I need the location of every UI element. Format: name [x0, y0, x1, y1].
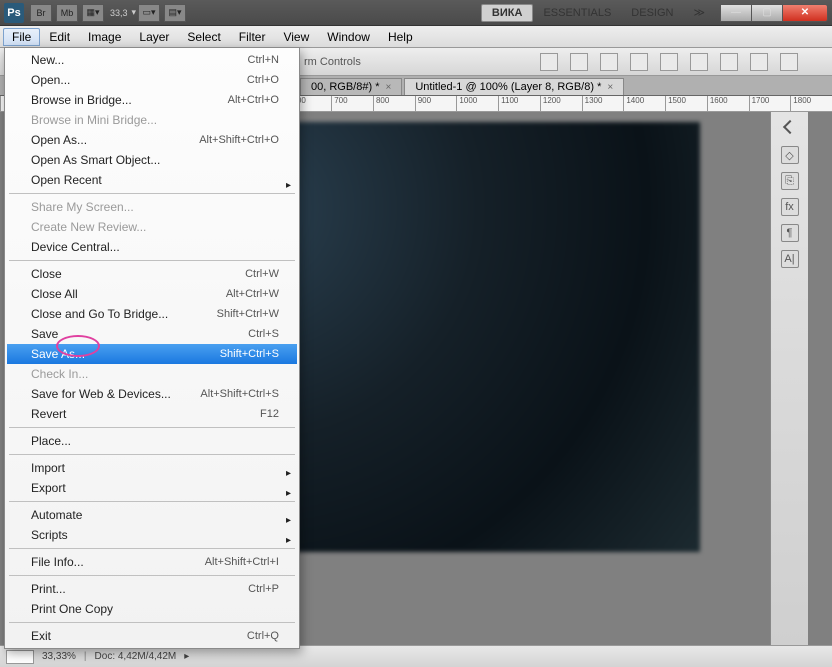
menu-filter[interactable]: Filter [230, 28, 275, 46]
menu-close[interactable]: CloseCtrl+W [7, 264, 297, 284]
close-tab-icon[interactable]: × [385, 82, 391, 93]
maximize-button[interactable]: ▢ [751, 4, 783, 22]
menu-close-all[interactable]: Close AllAlt+Ctrl+W [7, 284, 297, 304]
paragraph-panel-icon[interactable]: ¶ [781, 224, 799, 242]
app-header: Ps Br Mb ▦▾ 33,3▾ ▭▾ ▤▾ ВИКА ESSENTIALS … [0, 0, 832, 26]
align-left-icon[interactable] [540, 53, 558, 71]
status-zoom[interactable]: 33,33% [42, 651, 76, 662]
zoom-level-header[interactable]: 33,3 [110, 8, 128, 18]
menu-file[interactable]: File [3, 28, 40, 46]
menu-device-central[interactable]: Device Central... [7, 237, 297, 257]
options-label: rm Controls [304, 56, 361, 68]
close-button[interactable]: ✕ [782, 4, 828, 22]
workspace-tab-essentials[interactable]: ESSENTIALS [533, 5, 621, 21]
menu-open-smart[interactable]: Open As Smart Object... [7, 150, 297, 170]
window-controls: — ▢ ✕ [721, 4, 828, 22]
menu-close-bridge[interactable]: Close and Go To Bridge...Shift+Ctrl+W [7, 304, 297, 324]
menu-revert[interactable]: RevertF12 [7, 404, 297, 424]
menu-save[interactable]: SaveCtrl+S [7, 324, 297, 344]
file-menu-dropdown: New...Ctrl+N Open...Ctrl+O Browse in Bri… [4, 47, 300, 649]
app-logo: Ps [4, 3, 24, 23]
document-tab-1[interactable]: 00, RGB/8#) *× [300, 78, 402, 95]
menu-create-review: Create New Review... [7, 217, 297, 237]
menu-open[interactable]: Open...Ctrl+O [7, 70, 297, 90]
menu-open-recent[interactable]: Open Recent [7, 170, 297, 190]
align-top-icon[interactable] [690, 53, 708, 71]
menu-help[interactable]: Help [379, 28, 422, 46]
menu-new[interactable]: New...Ctrl+N [7, 50, 297, 70]
navigator-panel-icon[interactable]: ◇ [781, 146, 799, 164]
menu-view[interactable]: View [274, 28, 318, 46]
distribute-v-icon[interactable] [660, 53, 678, 71]
effects-panel-icon[interactable]: fx [781, 198, 799, 216]
extras-button[interactable]: ▤▾ [164, 4, 186, 22]
document-tab-2[interactable]: Untitled-1 @ 100% (Layer 8, RGB/8) *× [404, 78, 624, 95]
menu-share-screen: Share My Screen... [7, 197, 297, 217]
menu-print[interactable]: Print...Ctrl+P [7, 579, 297, 599]
menu-scripts[interactable]: Scripts [7, 525, 297, 545]
align-right-icon[interactable] [600, 53, 618, 71]
menu-save-web[interactable]: Save for Web & Devices...Alt+Shift+Ctrl+… [7, 384, 297, 404]
menu-automate[interactable]: Automate [7, 505, 297, 525]
workspace-tab-active[interactable]: ВИКА [481, 4, 534, 22]
workspace-more-button[interactable]: ≫ [683, 4, 715, 21]
menu-export[interactable]: Export [7, 478, 297, 498]
menu-layer[interactable]: Layer [130, 28, 178, 46]
menu-save-as[interactable]: Save As...Shift+Ctrl+S [7, 344, 297, 364]
screen-mode-button[interactable]: ▭▾ [138, 4, 160, 22]
status-swatch [6, 650, 34, 664]
expand-panels-icon[interactable] [782, 120, 796, 134]
history-panel-icon[interactable]: ⎘ [781, 172, 799, 190]
menu-edit[interactable]: Edit [40, 28, 79, 46]
view-arrange-button[interactable]: ▦▾ [82, 4, 104, 22]
menu-browse-bridge[interactable]: Browse in Bridge...Alt+Ctrl+O [7, 90, 297, 110]
close-tab-icon[interactable]: × [607, 82, 613, 93]
menu-browse-mini-bridge: Browse in Mini Bridge... [7, 110, 297, 130]
menu-file-info[interactable]: File Info...Alt+Shift+Ctrl+I [7, 552, 297, 572]
minimize-button[interactable]: — [720, 4, 752, 22]
auto-align-icon[interactable] [780, 53, 798, 71]
menu-import[interactable]: Import [7, 458, 297, 478]
workspace-tab-design[interactable]: DESIGN [621, 5, 683, 21]
status-doc-size[interactable]: Doc: 4,42M/4,42M [95, 651, 177, 662]
menu-place[interactable]: Place... [7, 431, 297, 451]
menu-image[interactable]: Image [79, 28, 130, 46]
align-center-icon[interactable] [570, 53, 588, 71]
menu-exit[interactable]: ExitCtrl+Q [7, 626, 297, 646]
menu-bar: File Edit Image Layer Select Filter View… [0, 26, 832, 48]
menu-print-one[interactable]: Print One Copy [7, 599, 297, 619]
bridge-button[interactable]: Br [30, 4, 52, 22]
menu-window[interactable]: Window [318, 28, 379, 46]
minibridge-button[interactable]: Mb [56, 4, 78, 22]
panel-rail: ◇ ⎘ fx ¶ A| [770, 112, 808, 645]
distribute-h-icon[interactable] [630, 53, 648, 71]
align-bottom-icon[interactable] [750, 53, 768, 71]
menu-select[interactable]: Select [178, 28, 229, 46]
align-middle-icon[interactable] [720, 53, 738, 71]
menu-open-as[interactable]: Open As...Alt+Shift+Ctrl+O [7, 130, 297, 150]
menu-check-in: Check In... [7, 364, 297, 384]
character-panel-icon[interactable]: A| [781, 250, 799, 268]
